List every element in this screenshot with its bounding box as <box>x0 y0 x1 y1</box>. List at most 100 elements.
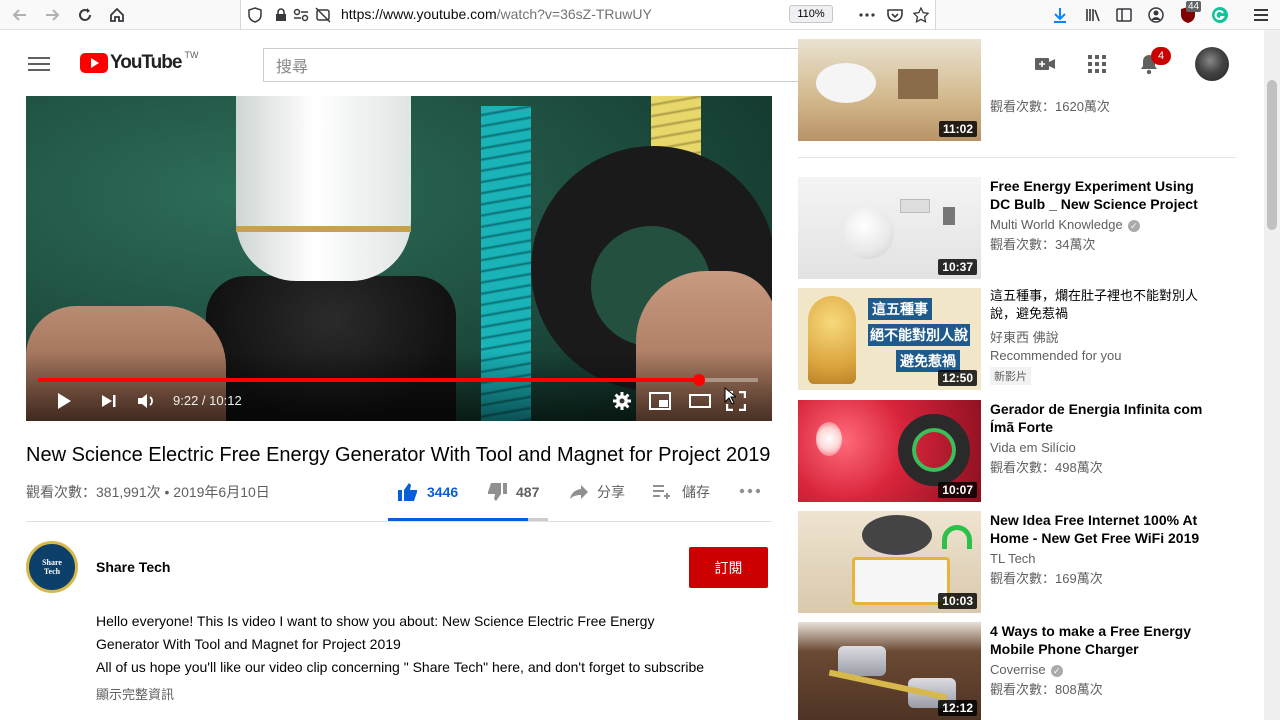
ublock-count-badge: 44 <box>1186 1 1202 12</box>
progress-scrubber[interactable] <box>692 374 705 386</box>
home-icon[interactable] <box>105 3 129 27</box>
sentiment-bar <box>388 518 548 521</box>
new-badge: 新影片 <box>990 367 1031 385</box>
shield-icon[interactable] <box>245 5 265 25</box>
menu-icon[interactable] <box>1251 5 1271 25</box>
video-thumbnail[interactable]: 11:02 <box>798 39 981 141</box>
subscribe-button[interactable]: 訂閱 <box>689 547 768 588</box>
volume-icon[interactable] <box>134 389 158 413</box>
bookmark-star-icon[interactable] <box>911 5 931 25</box>
channel-name[interactable]: 好東西 佛說 <box>990 329 1059 347</box>
channel-avatar-text: Tech <box>43 567 61 576</box>
recommended-video[interactable]: 10:07 Gerador de Energia Infinita com Ím… <box>798 400 1238 502</box>
thumbs-down-icon <box>488 483 507 501</box>
page-actions-icon[interactable] <box>857 5 877 25</box>
add-to-playlist-icon <box>653 485 670 499</box>
like-button[interactable]: 3446 <box>397 482 458 502</box>
video-title[interactable]: 4 Ways to make a Free Energy Mobile Phon… <box>990 622 1212 658</box>
permissions-icon[interactable] <box>291 5 311 25</box>
account-icon[interactable] <box>1146 5 1166 25</box>
recommended-video[interactable]: 這五種事 絕不能對別人說 避免惹禍 12:50 這五種事，爛在肚子裡也不能對別人… <box>798 288 1238 390</box>
search-input[interactable]: 搜尋 <box>263 48 887 82</box>
url-path: /watch?v=36sZ-TRuwUY <box>496 6 652 22</box>
video-duration: 12:12 <box>938 700 977 716</box>
save-button[interactable]: 儲存 <box>652 482 710 502</box>
video-views: 觀看次數：498萬次 <box>990 460 1103 475</box>
grammarly-icon[interactable] <box>1210 5 1230 25</box>
recommended-video[interactable]: 10:03 New Idea Free Internet 100% At Hom… <box>798 511 1238 613</box>
miniplayer-icon[interactable] <box>648 389 672 413</box>
video-player[interactable]: 9:22 / 10:12 <box>26 96 772 421</box>
scrollbar-thumb[interactable] <box>1267 80 1277 230</box>
video-thumbnail[interactable]: 10:03 <box>798 511 981 613</box>
back-icon[interactable] <box>8 3 32 27</box>
video-description: Hello everyone! This Is video I want to … <box>96 610 766 679</box>
video-frame-part <box>236 96 411 281</box>
thumbnail-text: 絕不能對別人說 <box>868 324 970 346</box>
url-host: https://www.youtube.com <box>341 6 497 22</box>
youtube-play-icon <box>80 53 108 73</box>
channel-name[interactable]: TL Tech <box>990 550 1036 568</box>
channel-name[interactable]: Coverrise ✓ <box>990 661 1063 679</box>
recommended-video[interactable]: 10:37 Free Energy Experiment Using DC Bu… <box>798 177 1238 279</box>
description-line: Generator With Tool and Magnet for Proje… <box>96 636 401 652</box>
video-title[interactable]: 這五種事，爛在肚子裡也不能對別人說，避免惹禍 <box>990 288 1212 324</box>
recommendation-reason: Recommended for you <box>990 348 1122 363</box>
download-icon[interactable] <box>1050 5 1070 25</box>
video-views: 觀看次數：169萬次 <box>990 571 1103 586</box>
time-display: 9:22 / 10:12 <box>173 393 242 408</box>
progress-bar[interactable] <box>38 374 758 386</box>
verified-icon: ✓ <box>1050 664 1063 677</box>
video-duration: 10:37 <box>938 259 977 275</box>
library-icon[interactable] <box>1083 5 1103 25</box>
zoom-level[interactable]: 110% <box>789 5 833 23</box>
reload-icon[interactable] <box>73 3 97 27</box>
notification-count-badge: 4 <box>1151 47 1171 65</box>
channel-name-text: Multi World Knowledge <box>990 217 1123 232</box>
forward-icon[interactable] <box>40 3 64 27</box>
channel-name[interactable]: Share Tech <box>96 559 170 575</box>
page-scrollbar[interactable] <box>1264 30 1280 720</box>
video-duration: 12:50 <box>938 370 977 386</box>
video-views: 觀看次數：34萬次 <box>990 237 1096 252</box>
settings-gear-icon[interactable] <box>610 389 634 413</box>
channel-avatar[interactable]: Share Tech <box>26 541 78 593</box>
video-thumbnail[interactable]: 10:07 <box>798 400 981 502</box>
show-more-link[interactable]: 顯示完整資訊 <box>96 684 174 703</box>
progress-played <box>38 378 699 382</box>
pocket-icon[interactable] <box>885 5 905 25</box>
recommended-video[interactable]: 11:02 觀看次數：1620萬次 <box>798 39 1238 141</box>
video-thumbnail[interactable]: 這五種事 絕不能對別人說 避免惹禍 12:50 <box>798 288 981 390</box>
next-icon[interactable] <box>97 389 121 413</box>
video-title[interactable]: Gerador de Energia Infinita com Ímã Fort… <box>990 400 1212 436</box>
more-actions-icon[interactable] <box>739 488 761 494</box>
guide-menu-icon[interactable] <box>28 57 50 71</box>
sidebar-icon[interactable] <box>1114 5 1134 25</box>
video-title[interactable]: Free Energy Experiment Using DC Bulb _ N… <box>990 177 1212 213</box>
video-views: 觀看次數：1620萬次 <box>990 99 1110 114</box>
video-duration: 10:03 <box>938 593 977 609</box>
channel-name[interactable]: Multi World Knowledge ✓ <box>990 216 1140 234</box>
video-duration: 11:02 <box>938 121 977 137</box>
theater-mode-icon[interactable] <box>688 389 712 413</box>
video-title: New Science Electric Free Energy Generat… <box>26 444 771 466</box>
browser-toolbar: https://www.youtube.com/watch?v=36sZ-TRu… <box>0 0 1280 30</box>
play-icon[interactable] <box>52 389 76 413</box>
save-label: 儲存 <box>682 484 710 500</box>
autoplay-blocked-icon[interactable] <box>313 5 333 25</box>
recommended-video[interactable]: 12:12 4 Ways to make a Free Energy Mobil… <box>798 622 1238 720</box>
video-thumbnail[interactable]: 10:37 <box>798 177 981 279</box>
video-views: 觀看次數：808萬次 <box>990 682 1103 697</box>
video-duration: 10:07 <box>938 482 977 498</box>
dislike-button[interactable]: 487 <box>486 482 539 502</box>
video-thumbnail[interactable]: 12:12 <box>798 622 981 720</box>
youtube-logo[interactable]: YouTube TW <box>80 50 198 74</box>
url-bar[interactable]: https://www.youtube.com/watch?v=36sZ-TRu… <box>240 0 936 29</box>
channel-name[interactable]: Vida em Silício <box>990 439 1076 457</box>
logo-text: YouTube <box>110 52 182 73</box>
url-text[interactable]: https://www.youtube.com/watch?v=36sZ-TRu… <box>341 6 652 22</box>
lock-icon[interactable] <box>271 5 291 25</box>
description-line: All of us hope you'll like our video cli… <box>96 659 705 675</box>
video-title[interactable]: New Idea Free Internet 100% At Home - Ne… <box>990 511 1212 547</box>
share-button[interactable]: 分享 <box>569 482 625 502</box>
